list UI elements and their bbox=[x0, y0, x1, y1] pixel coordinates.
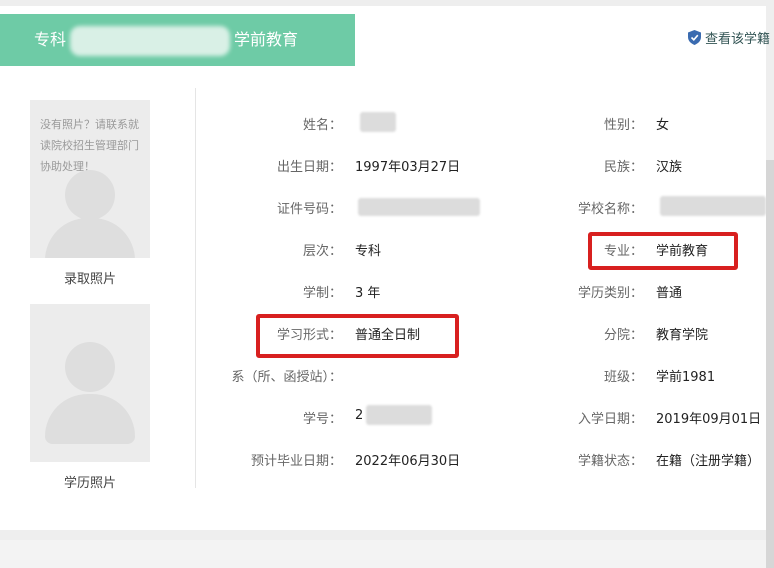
field-label: 学历类别： bbox=[0, 282, 643, 302]
redacted-school-value bbox=[660, 196, 766, 216]
field-label: 班级： bbox=[0, 366, 643, 386]
field-label-text: 学籍状态： bbox=[577, 454, 643, 469]
field-label: 性别： bbox=[0, 114, 643, 134]
field-label: 学籍状态： bbox=[0, 450, 643, 470]
field-value: 普通 bbox=[656, 286, 683, 301]
field-value: 女 bbox=[656, 118, 670, 133]
redacted-student-number bbox=[366, 405, 432, 425]
diploma-photo-caption: 学历照片 bbox=[63, 476, 116, 491]
field-value: 2019年09月01日 bbox=[656, 412, 762, 427]
field-value: 在籍（注册学籍） bbox=[656, 454, 761, 469]
field-label: 学校名称： bbox=[0, 198, 643, 218]
footer-bar bbox=[0, 540, 774, 568]
field-value: 汉族 bbox=[656, 160, 683, 175]
status-header-tab: 专科 学前教育 bbox=[0, 14, 355, 66]
redacted-name bbox=[360, 112, 396, 132]
highlight-major bbox=[588, 232, 738, 270]
field-label-text: 民族： bbox=[603, 160, 643, 175]
view-status-link[interactable]: 查看该学籍 bbox=[688, 28, 770, 47]
shield-check-icon bbox=[688, 30, 701, 45]
field-label: 民族： bbox=[0, 156, 643, 176]
highlight-study-form bbox=[256, 314, 459, 358]
header-title-prefix: 专科 bbox=[34, 30, 67, 49]
redacted-id-number bbox=[358, 198, 480, 216]
field-label: 入学日期： bbox=[0, 408, 643, 428]
field-label-text: 性别： bbox=[603, 118, 643, 133]
scrollbar[interactable] bbox=[766, 160, 774, 568]
field-label-text: 分院： bbox=[603, 328, 643, 343]
field-label-text: 班级： bbox=[603, 370, 643, 385]
field-value: 教育学院 bbox=[656, 328, 709, 343]
field-label-text: 学校名称： bbox=[577, 202, 643, 217]
field-label: 专业： bbox=[0, 240, 643, 260]
header-title-suffix: 学前教育 bbox=[234, 30, 299, 49]
field-value: 学前1981 bbox=[656, 370, 716, 385]
field-label-text: 入学日期： bbox=[577, 412, 643, 427]
redacted-school-name bbox=[70, 25, 231, 56]
field-label-text: 学历类别： bbox=[577, 286, 643, 301]
view-status-label: 查看该学籍 bbox=[705, 32, 771, 47]
